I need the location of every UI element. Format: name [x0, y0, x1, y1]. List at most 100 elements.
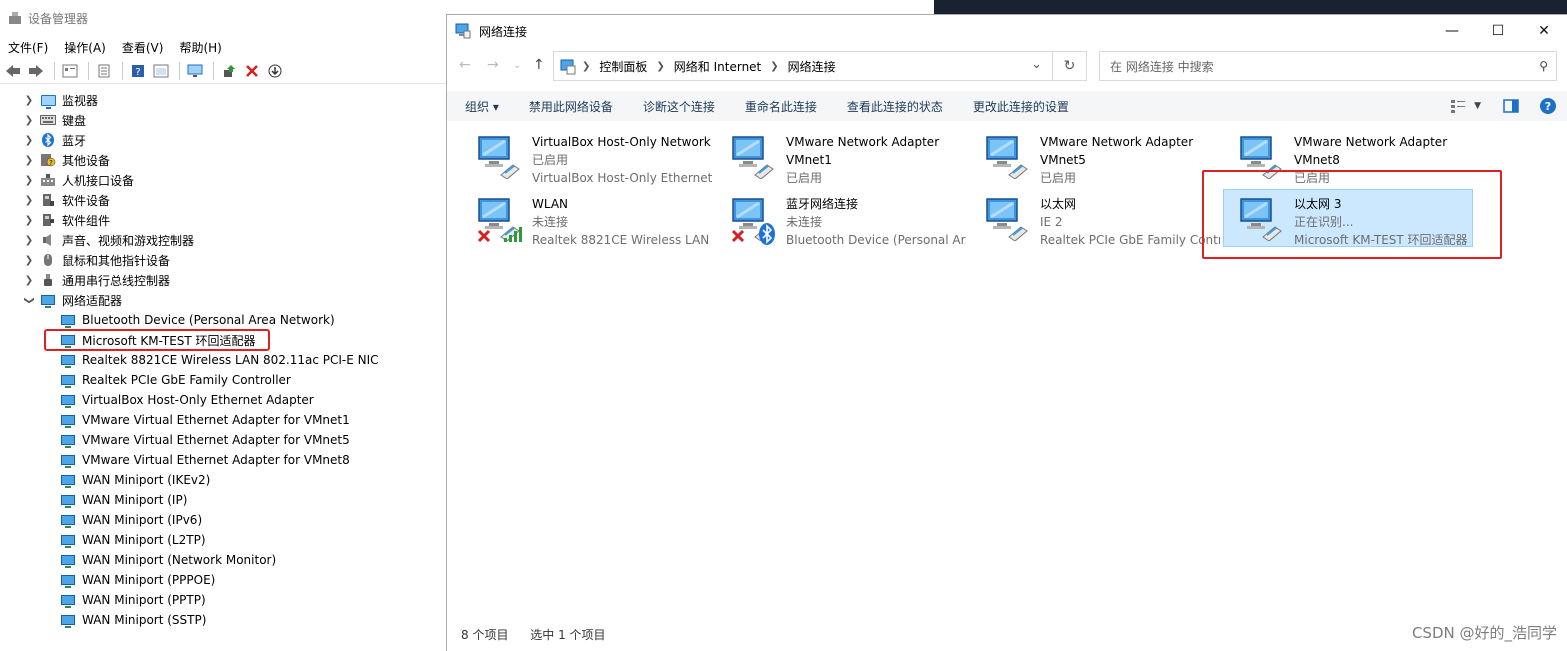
back-button[interactable] — [3, 61, 23, 81]
connection-status: 已启用 — [532, 153, 569, 167]
connection-tile[interactable]: 以太网 IE 2 Realtek PCIe GbE Family Contr... — [969, 189, 1223, 251]
connection-device: 已启用 — [786, 171, 823, 185]
menu-help[interactable]: 帮助(H) — [179, 39, 221, 56]
preview-pane-icon[interactable] — [1503, 99, 1519, 113]
chevron-right-icon[interactable]: ❯ — [24, 95, 34, 106]
forward-arrow-icon[interactable]: → — [487, 57, 499, 73]
network-adapter-icon — [60, 473, 76, 488]
up-arrow-icon[interactable]: ↑ — [533, 57, 545, 73]
chevron-right-icon[interactable]: ❯ — [24, 155, 34, 166]
svg-text:?: ? — [1545, 100, 1551, 113]
connection-tile[interactable]: WLAN 未连接 Realtek 8821CE Wireless LAN ... — [461, 189, 715, 251]
chevron-right-icon[interactable]: ❯ — [24, 175, 34, 186]
chevron-right-icon[interactable]: ❯ — [24, 275, 34, 286]
breadcrumb-control-panel[interactable]: 控制面板 — [599, 58, 647, 75]
connection-text: VMware Network Adapter VMnet1 已启用 — [786, 133, 966, 187]
tree-category-label: 鼠标和其他指针设备 — [62, 253, 171, 268]
update-driver-button[interactable] — [219, 61, 239, 81]
breadcrumb-network-connections[interactable]: 网络连接 — [788, 58, 836, 75]
breadcrumb-network-internet[interactable]: 网络和 Internet — [674, 58, 761, 75]
maximize-button[interactable]: ☐ — [1475, 15, 1521, 47]
uninstall-button[interactable] — [242, 61, 262, 81]
tree-category-sound[interactable]: ❯ 声音、视频和游戏控制器 — [0, 230, 446, 250]
menu-view[interactable]: 查看(V) — [122, 39, 164, 56]
address-dropdown-icon[interactable]: ⌄ — [1031, 57, 1042, 72]
show-hidden-button[interactable] — [151, 61, 171, 81]
tree-network-adapter-item[interactable]: Realtek PCIe GbE Family Controller — [0, 370, 446, 390]
chevron-right-icon[interactable]: ❯ — [24, 135, 34, 146]
tree-category-mice[interactable]: ❯ 鼠标和其他指针设备 — [0, 250, 446, 270]
chevron-right-icon[interactable]: ❯ — [24, 215, 34, 226]
wifi-signal-icon — [504, 227, 522, 242]
tree-network-adapter-item[interactable]: VMware Virtual Ethernet Adapter for VMne… — [0, 410, 446, 430]
tree-category-software-components[interactable]: ❯ 软件组件 — [0, 210, 446, 230]
connection-tile[interactable]: VirtualBox Host-Only Network 已启用 VirtualBo… — [461, 127, 715, 189]
tree-network-adapter-item[interactable]: WAN Miniport (PPPOE) — [0, 570, 446, 590]
search-input[interactable]: 在 网络连接 中搜索 ⚲ — [1099, 51, 1557, 81]
chevron-right-icon[interactable]: ❯ — [24, 235, 34, 246]
disable-device-command[interactable]: 禁用此网络设备 — [529, 98, 613, 115]
help-button[interactable]: ? — [128, 61, 148, 81]
tree-category-other-devices[interactable]: ❯ ? 其他设备 — [0, 150, 446, 170]
tree-category-hid[interactable]: ❯ 人机接口设备 — [0, 170, 446, 190]
tree-category-software-devices[interactable]: ❯ 软件设备 — [0, 190, 446, 210]
menu-action[interactable]: 操作(A) — [64, 39, 106, 56]
selected-count: 选中 1 个项目 — [530, 628, 606, 642]
back-arrow-icon[interactable]: ← — [459, 57, 471, 73]
tree-category-usb[interactable]: ❯ 通用串行总线控制器 — [0, 270, 446, 290]
help-icon[interactable]: ? — [1539, 97, 1557, 115]
tree-network-adapter-item[interactable]: WAN Miniport (IP) — [0, 490, 446, 510]
tree-network-adapter-item[interactable]: VirtualBox Host-Only Ethernet Adapter — [0, 390, 446, 410]
connection-name: VirtualBox Host-Only Network — [532, 135, 711, 149]
menu-file[interactable]: 文件(F) — [8, 39, 48, 56]
tree-network-adapter-item[interactable]: WAN Miniport (IPv6) — [0, 510, 446, 530]
connection-tile[interactable]: VMware Network Adapter VMnet1 已启用 — [715, 127, 969, 189]
organize-button[interactable]: 组织 ▾ — [465, 98, 499, 115]
minimize-button[interactable]: — — [1429, 15, 1475, 47]
tree-network-adapter-item[interactable]: WAN Miniport (Network Monitor) — [0, 550, 446, 570]
view-options-icon[interactable] — [1450, 98, 1468, 114]
scan-hardware-button[interactable] — [185, 61, 205, 81]
tree-category-monitors[interactable]: ❯ 监视器 — [0, 90, 446, 110]
status-bar: 8 个项目 选中 1 个项目 — [461, 626, 624, 643]
disable-device-button[interactable] — [265, 61, 285, 81]
adapter-label: WAN Miniport (PPTP) — [82, 593, 206, 607]
search-icon[interactable]: ⚲ — [1539, 59, 1548, 73]
chevron-right-icon[interactable]: ❯ — [24, 195, 34, 206]
network-connections-window: 网络连接 — ☐ ✕ ← → ⌄ ↑ ❯ 控制面板 ❯ 网络和 Internet… — [446, 14, 1567, 651]
connection-tile[interactable]: VMware Network Adapter VMnet5 已启用 — [969, 127, 1223, 189]
tree-category-bluetooth[interactable]: ❯ 蓝牙 — [0, 130, 446, 150]
network-adapter-icon — [60, 393, 76, 408]
netconn-titlebar[interactable]: 网络连接 — [447, 15, 1567, 47]
tree-network-adapter-item[interactable]: WAN Miniport (L2TP) — [0, 530, 446, 550]
tree-category-network-adapters[interactable]: ❯ 网络适配器 — [0, 290, 446, 310]
tree-network-adapter-item[interactable]: WAN Miniport (IKEv2) — [0, 470, 446, 490]
tree-network-adapter-item[interactable]: Bluetooth Device (Personal Area Network) — [0, 310, 446, 330]
rename-command[interactable]: 重命名此连接 — [745, 98, 817, 115]
forward-button[interactable] — [26, 61, 46, 81]
chevron-right-icon[interactable]: ❯ — [24, 115, 34, 126]
connection-text: VMware Network Adapter VMnet5 已启用 — [1040, 133, 1220, 187]
tree-network-adapter-item[interactable]: WAN Miniport (SSTP) — [0, 610, 446, 630]
connection-text: WLAN 未连接 Realtek 8821CE Wireless LAN ... — [532, 195, 712, 249]
refresh-button[interactable]: ↻ — [1053, 51, 1087, 81]
recent-dropdown-icon[interactable]: ⌄ — [513, 60, 521, 71]
view-status-command[interactable]: 查看此连接的状态 — [847, 98, 943, 115]
change-settings-command[interactable]: 更改此连接的设置 — [973, 98, 1069, 115]
diagnose-command[interactable]: 诊断这个连接 — [643, 98, 715, 115]
tree-network-adapter-item[interactable]: VMware Virtual Ethernet Adapter for VMne… — [0, 450, 446, 470]
network-adapter-icon — [60, 513, 76, 528]
chevron-down-icon[interactable]: ❯ — [24, 295, 35, 305]
tree-network-adapter-item[interactable]: WAN Miniport (PPTP) — [0, 590, 446, 610]
view-devices-button[interactable] — [60, 61, 80, 81]
tree-network-adapter-item[interactable]: Realtek 8821CE Wireless LAN 802.11ac PCI… — [0, 350, 446, 370]
properties-button[interactable] — [94, 61, 114, 81]
chevron-right-icon[interactable]: ❯ — [24, 255, 34, 266]
connection-tile[interactable]: 蓝牙网络连接 未连接 Bluetooth Device (Personal Ar..… — [715, 189, 969, 251]
address-box[interactable]: ❯ 控制面板 ❯ 网络和 Internet ❯ 网络连接 ⌄ — [553, 51, 1053, 81]
grid-view-icon — [62, 64, 78, 77]
view-dropdown-icon[interactable]: ▼ — [1474, 101, 1481, 111]
close-button[interactable]: ✕ — [1521, 15, 1567, 47]
tree-network-adapter-item[interactable]: VMware Virtual Ethernet Adapter for VMne… — [0, 430, 446, 450]
tree-category-keyboards[interactable]: ❯ 键盘 — [0, 110, 446, 130]
